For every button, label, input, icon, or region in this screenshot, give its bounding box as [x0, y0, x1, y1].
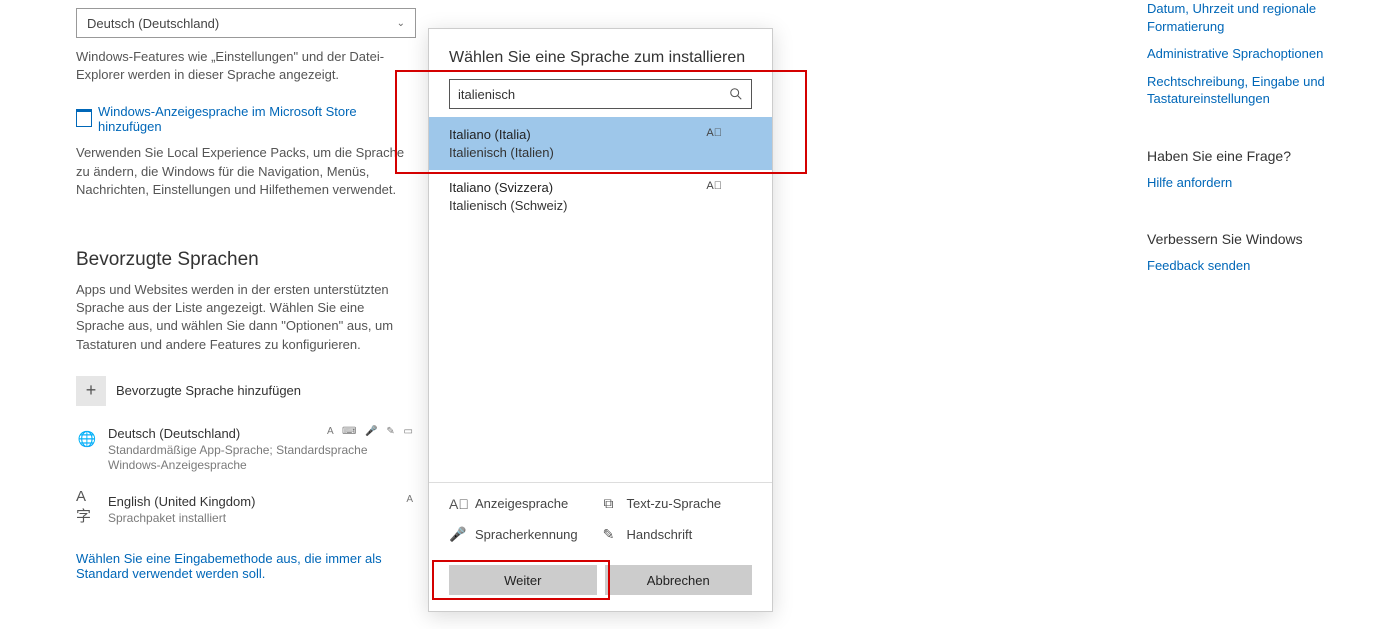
language-capability-icons: A [406, 494, 416, 505]
language-subtitle: Standardmäßige App-Sprache; Standardspra… [108, 443, 416, 474]
chevron-down-icon: ⌄ [397, 18, 405, 29]
cap-speech-label: Spracherkennung [475, 527, 578, 542]
globe-icon: 🌐 [76, 428, 98, 450]
capabilities-legend: A゙ Anzeigesprache ⧉ Text-zu-Sprache 🎤 Sp… [429, 482, 772, 555]
add-preferred-language-button[interactable]: + Bevorzugte Sprache hinzufügen [76, 376, 416, 406]
default-input-method-link[interactable]: Wählen Sie eine Eingabemethode aus, die … [76, 551, 416, 581]
install-language-dialog: Wählen Sie eine Sprache zum installieren… [428, 28, 773, 612]
language-subtitle: Sprachpaket installiert [108, 511, 416, 527]
display-language-dropdown[interactable]: Deutsch (Deutschland) ⌄ [76, 8, 416, 38]
sidebar-feedback-link[interactable]: Feedback senden [1147, 257, 1337, 275]
handwriting-icon: ✎ [601, 526, 617, 543]
sidebar-link-spelling[interactable]: Rechtschreibung, Eingabe und Tastaturein… [1147, 73, 1337, 108]
display-language-description: Windows-Features wie „Einstellungen" und… [76, 48, 416, 84]
next-button[interactable]: Weiter [449, 565, 597, 595]
store-icon [76, 109, 92, 130]
search-icon [729, 87, 743, 101]
sidebar-faq-heading: Haben Sie eine Frage? [1147, 148, 1337, 164]
language-results-list: Italiano (Italia) Italienisch (Italien) … [429, 117, 772, 482]
language-result-item[interactable]: Italiano (Italia) Italienisch (Italien) … [429, 117, 772, 170]
search-value: italienisch [458, 87, 515, 102]
result-local-name: Italienisch (Italien) [449, 145, 752, 160]
microphone-icon: 🎤 [449, 526, 465, 543]
display-language-icon: A゙ [706, 127, 722, 139]
language-row[interactable]: 🌐 Deutsch (Deutschland) Standardmäßige A… [76, 426, 416, 474]
add-preferred-language-label: Bevorzugte Sprache hinzufügen [116, 383, 301, 398]
language-title: English (United Kingdom) [108, 494, 416, 509]
cap-tts-label: Text-zu-Sprache [627, 496, 722, 511]
sidebar-link-date-time[interactable]: Datum, Uhrzeit und regionale Formatierun… [1147, 0, 1337, 35]
language-row[interactable]: A字 English (United Kingdom) Sprachpaket … [76, 494, 416, 527]
preferred-languages-heading: Bevorzugte Sprachen [76, 249, 416, 271]
sidebar-link-admin-lang[interactable]: Administrative Sprachoptionen [1147, 45, 1337, 63]
language-result-item[interactable]: Italiano (Svizzera) Italienisch (Schweiz… [429, 170, 772, 223]
language-search-input[interactable]: italienisch [449, 79, 752, 109]
preferred-languages-description: Apps und Websites werden in der ersten u… [76, 281, 416, 354]
store-link-description: Verwenden Sie Local Experience Packs, um… [76, 144, 416, 199]
add-display-language-store-link[interactable]: Windows-Anzeigesprache im Microsoft Stor… [76, 104, 416, 134]
sidebar-feedback-heading: Verbessern Sie Windows [1147, 231, 1337, 247]
cap-handwriting-label: Handschrift [627, 527, 693, 542]
display-language-value: Deutsch (Deutschland) [87, 16, 219, 31]
display-language-icon: A゙ [706, 180, 722, 192]
result-local-name: Italienisch (Schweiz) [449, 198, 752, 213]
cancel-button[interactable]: Abbrechen [605, 565, 753, 595]
dialog-title: Wählen Sie eine Sprache zum installieren [429, 29, 772, 79]
display-language-icon: A゙ [449, 496, 465, 512]
tts-icon: ⧉ [601, 495, 617, 512]
language-glyph-icon: A字 [76, 496, 98, 518]
language-capability-icons: A ⌨ 🎤 ✎ ▭ [327, 426, 416, 437]
plus-icon: + [76, 376, 106, 406]
store-link-label: Windows-Anzeigesprache im Microsoft Stor… [98, 104, 416, 134]
sidebar-help-link[interactable]: Hilfe anfordern [1147, 174, 1337, 192]
cap-display-label: Anzeigesprache [475, 496, 568, 511]
